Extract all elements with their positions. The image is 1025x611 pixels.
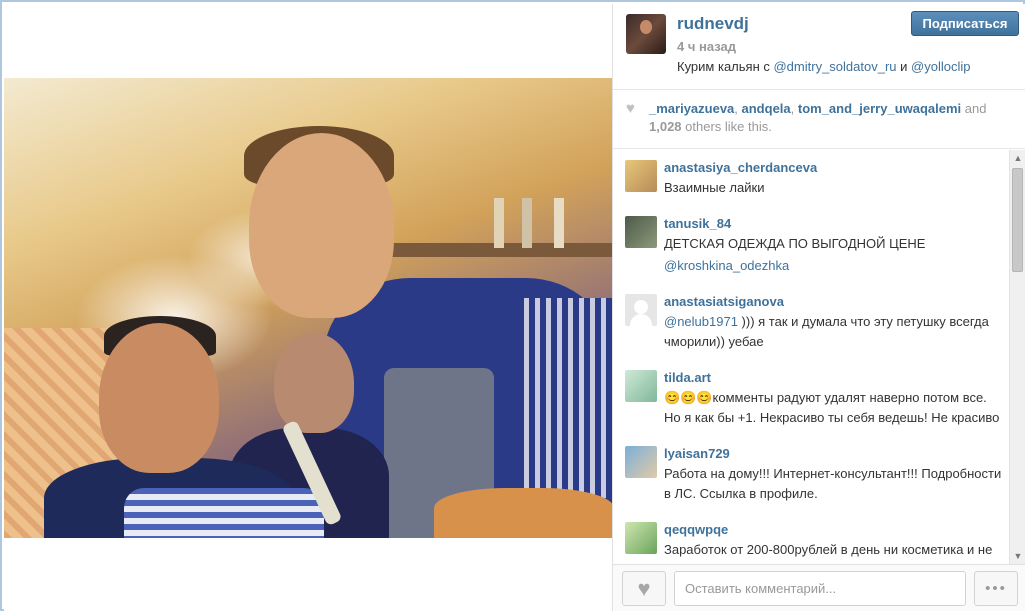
person-right-head (249, 133, 394, 318)
comment-text: @nelub1971 ))) я так и думала что эту пе… (664, 312, 1006, 352)
commenter-username[interactable]: lyaisan729 (664, 446, 1006, 462)
commenter-avatar[interactable] (625, 522, 657, 554)
comment-item: qeqqwpqe Заработок от 200-800рублей в де… (613, 512, 1025, 564)
hookah-base (434, 488, 612, 538)
comment-input[interactable] (674, 571, 966, 606)
commenter-avatar[interactable] (625, 294, 657, 326)
commenter-avatar[interactable] (625, 160, 657, 192)
comment-text: 😊😊😊комменты радуют удалят наверно потом … (664, 390, 1000, 425)
caption-text: Курим кальян с (677, 59, 774, 74)
comment-text: Заработок от 200-800рублей в день ни кос… (664, 542, 993, 564)
likes-and-text: and (961, 101, 987, 116)
comment-item: lyaisan729 Работа на дому!!! Интернет-ко… (613, 436, 1025, 512)
comment-item: tilda.art 😊😊😊комменты радуют удалят наве… (613, 360, 1025, 436)
scroll-down-arrow-icon[interactable]: ▼ (1010, 548, 1025, 564)
photo-pane (4, 4, 612, 611)
comment-text: ДЕТСКАЯ ОДЕЖДА ПО ВЫГОДНОЙ ЦЕНЕ (664, 236, 926, 251)
scroll-up-arrow-icon[interactable]: ▲ (1010, 150, 1025, 166)
post-caption: Курим кальян с @dmitry_soldatov_ru и @yo… (677, 59, 970, 74)
likes-summary: _mariyazueva, andqela, tom_and_jerry_uwa… (649, 100, 1009, 136)
ellipsis-icon: ••• (985, 580, 1007, 597)
comment-mention-link[interactable]: @kroshkina_odezhka (664, 256, 1006, 276)
post-header: rudnevdj 4 ч назад Курим кальян с @dmitr… (613, 4, 1025, 90)
comment-footer: ♥ ••• (613, 564, 1025, 611)
commenter-avatar[interactable] (625, 446, 657, 478)
more-options-button[interactable]: ••• (974, 571, 1018, 606)
comment-mention-link[interactable]: @nelub1971 (664, 314, 738, 329)
caption-mention-link[interactable]: @dmitry_soldatov_ru (773, 59, 896, 74)
commenter-username[interactable]: tilda.art (664, 370, 1006, 386)
caption-mention-link[interactable]: @yolloclip (911, 59, 970, 74)
likes-count[interactable]: 1,028 (649, 119, 682, 134)
comment-item: anastasiatsiganova @nelub1971 ))) я так … (613, 284, 1025, 360)
liker-link[interactable]: _mariyazueva (649, 101, 734, 116)
heart-icon: ♥ (637, 575, 651, 601)
side-panel: rudnevdj 4 ч назад Курим кальян с @dmitr… (612, 4, 1025, 611)
post-timestamp[interactable]: 4 ч назад (677, 39, 736, 54)
person-left-stripes (124, 488, 324, 538)
person-left-head (99, 323, 219, 473)
likes-separator: , (790, 101, 798, 116)
commenter-username[interactable]: anastasiatsiganova (664, 294, 1006, 310)
commenter-username[interactable]: qeqqwpqe (664, 522, 1006, 538)
post-modal: rudnevdj 4 ч назад Курим кальян с @dmitr… (0, 0, 1025, 611)
like-button[interactable]: ♥ (622, 571, 666, 606)
person-middle-head (274, 333, 354, 433)
likes-separator: , (734, 101, 742, 116)
bottles (484, 198, 604, 248)
liker-link[interactable]: tom_and_jerry_uwaqalemi (798, 101, 961, 116)
comment-item: tanusik_84 ДЕТСКАЯ ОДЕЖДА ПО ВЫГОДНОЙ ЦЕ… (613, 206, 1025, 284)
comments-scrollbar[interactable]: ▲ ▼ (1009, 150, 1025, 564)
comment-item: anastasiya_cherdanceva Взаимные лайки (613, 150, 1025, 206)
follow-button[interactable]: Подписаться (911, 11, 1019, 36)
likes-section: ♥ _mariyazueva, andqela, tom_and_jerry_u… (613, 91, 1025, 149)
scrollbar-thumb[interactable] (1012, 168, 1023, 272)
comments-list[interactable]: anastasiya_cherdanceva Взаимные лайки ta… (613, 150, 1025, 564)
author-username[interactable]: rudnevdj (677, 14, 749, 34)
commenter-username[interactable]: anastasiya_cherdanceva (664, 160, 1006, 176)
commenter-avatar[interactable] (625, 216, 657, 248)
commenter-username[interactable]: tanusik_84 (664, 216, 1006, 232)
commenter-avatar[interactable] (625, 370, 657, 402)
heart-icon: ♥ (626, 100, 635, 117)
author-avatar[interactable] (626, 14, 666, 54)
post-photo[interactable] (4, 78, 612, 538)
caption-joiner: и (896, 59, 912, 74)
comment-text: Взаимные лайки (664, 180, 765, 195)
likes-others-text: others like this. (681, 119, 772, 134)
comment-text: Работа на дому!!! Интернет-консультант!!… (664, 466, 1002, 501)
jacket-stripes (524, 298, 612, 498)
liker-link[interactable]: andqela (742, 101, 791, 116)
